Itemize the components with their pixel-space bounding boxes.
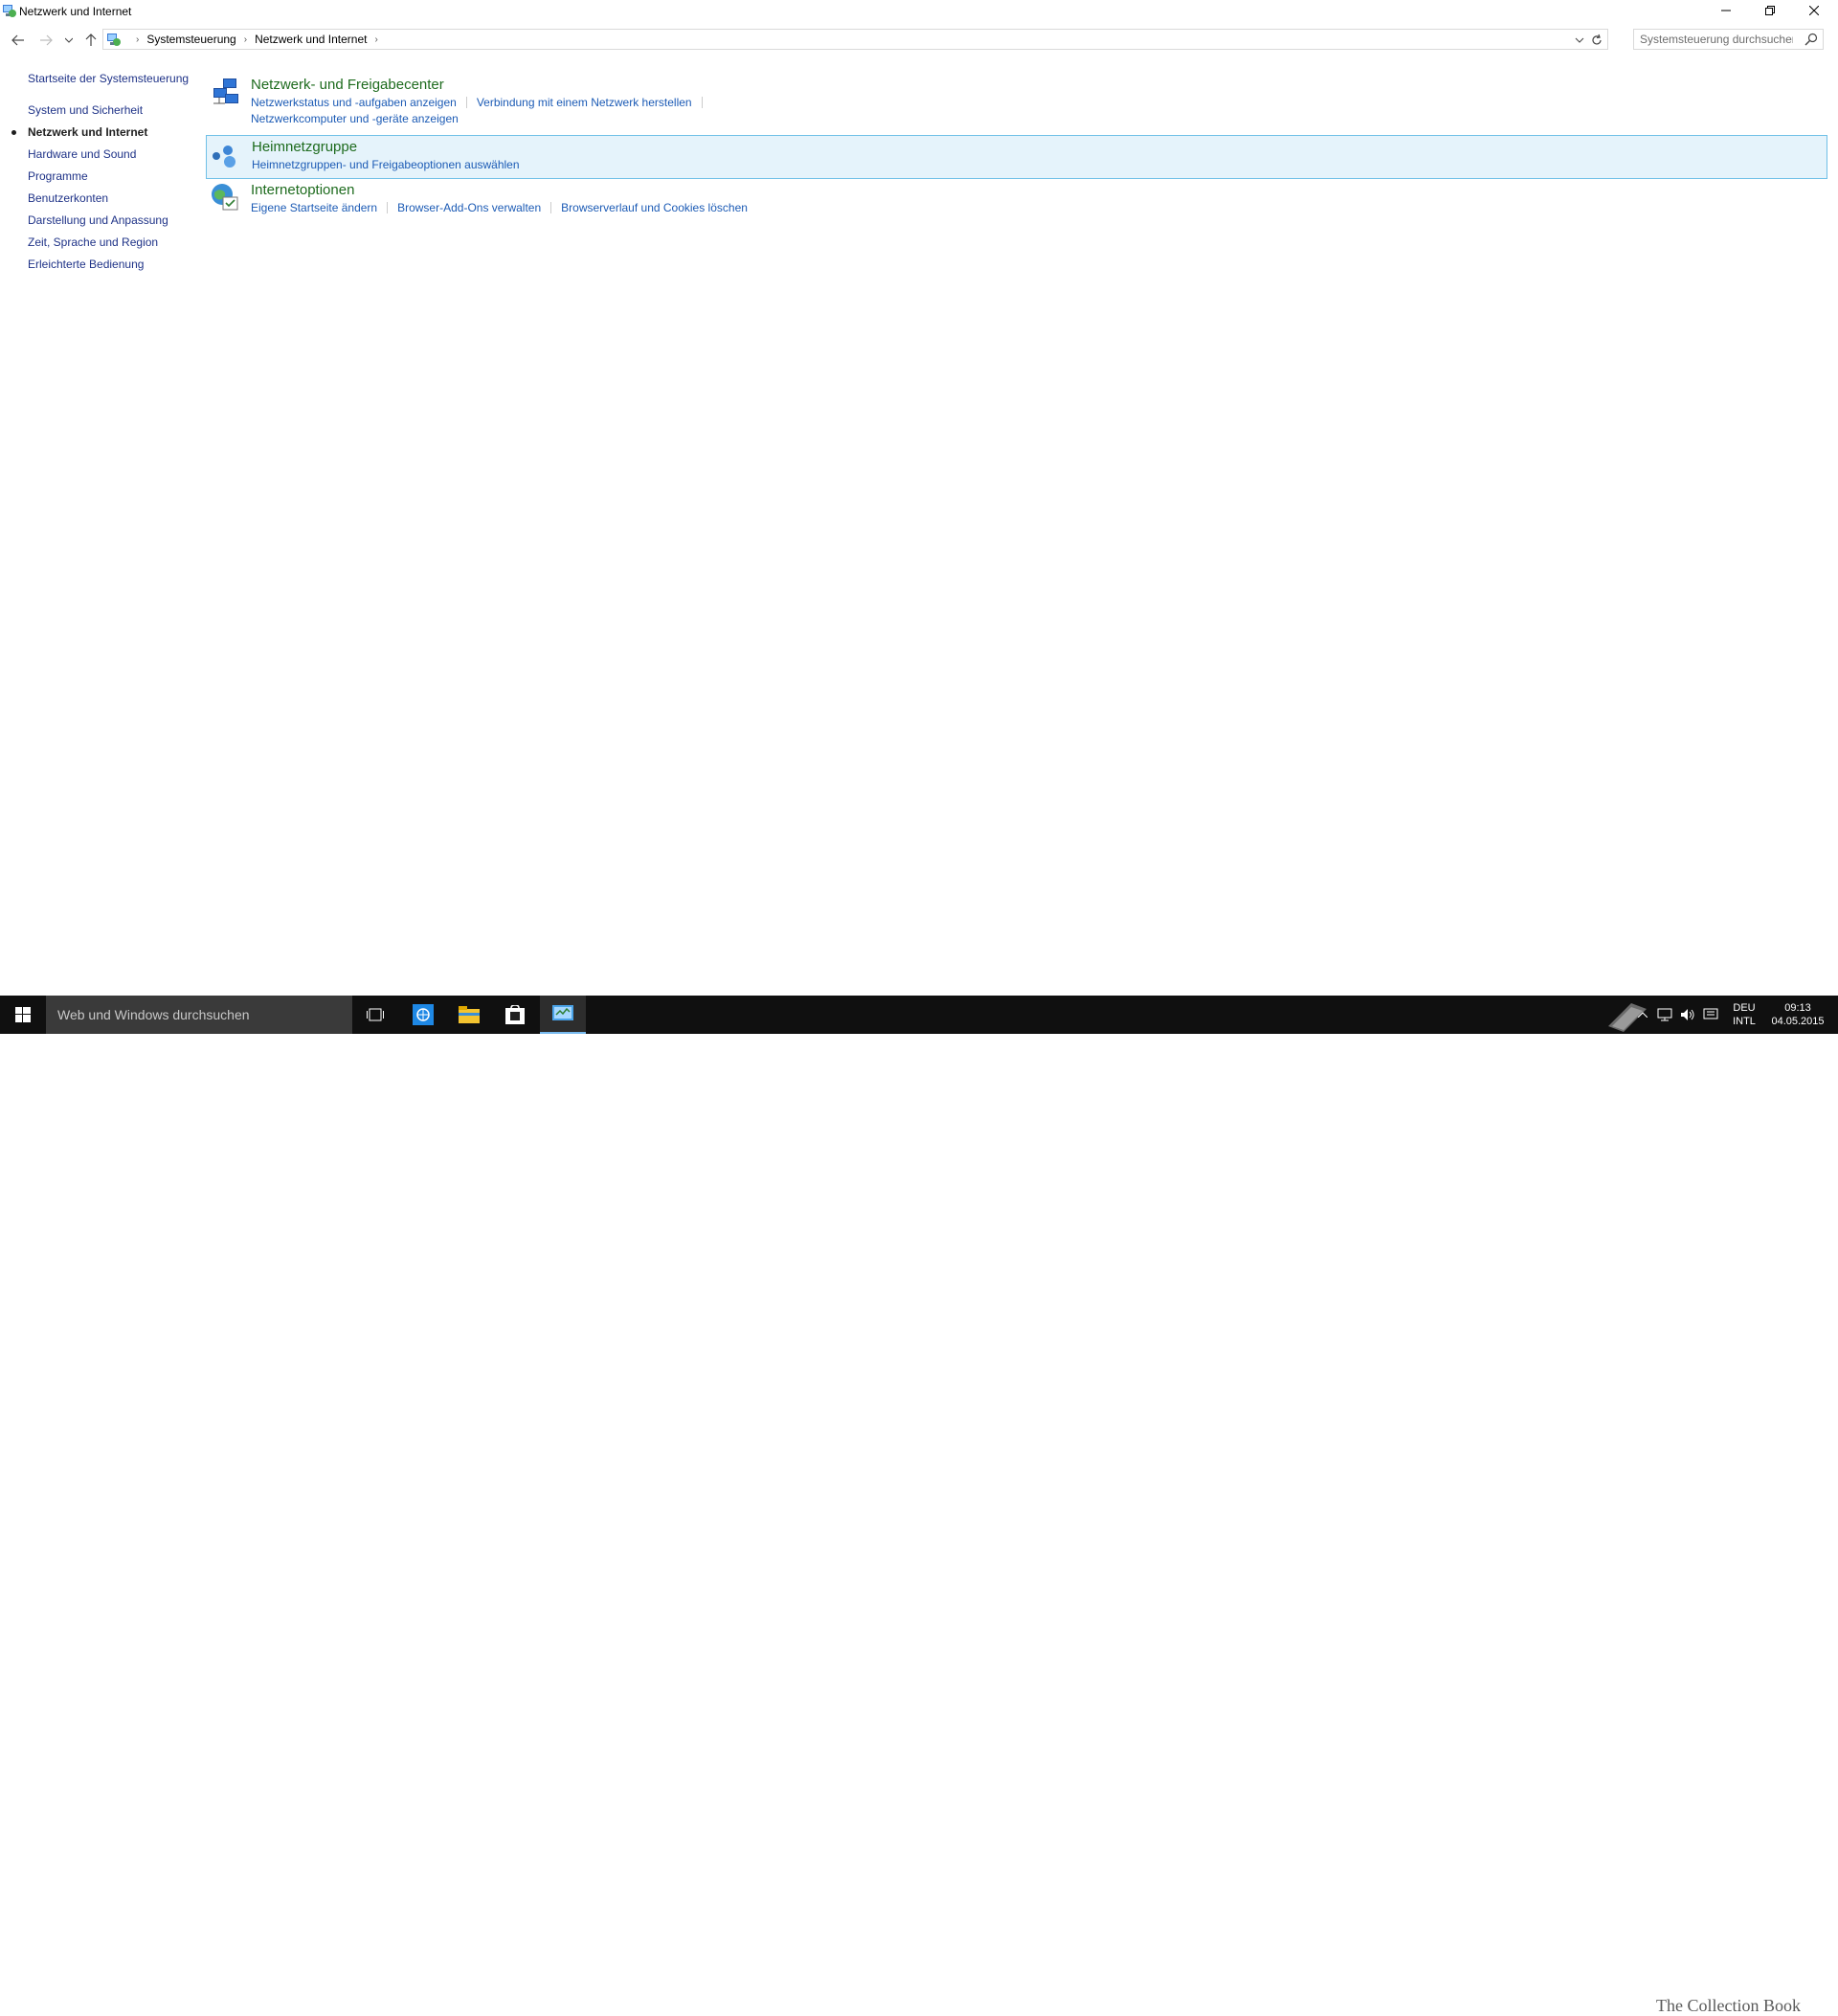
- category-title-internet-options[interactable]: Internetoptionen: [251, 182, 354, 198]
- category-links-row-2: Netzwerkcomputer und -geräte anzeigen: [251, 112, 459, 125]
- taskbar: Web und Windows durchsuchen The Collecti…: [0, 996, 1838, 2015]
- link-homegroup-options[interactable]: Heimnetzgruppen- und Freigabeoptionen au…: [252, 158, 520, 171]
- browser-icon: [413, 1004, 434, 1025]
- link-delete-browsing-history[interactable]: Browserverlauf und Cookies löschen: [561, 201, 748, 214]
- control-panel-icon: [552, 1005, 573, 1020]
- category-internet-options: Internetoptionen Eigene Startseite änder…: [206, 180, 1827, 224]
- window-title: Netzwerk und Internet: [19, 5, 132, 18]
- taskbar-explorer-button[interactable]: [446, 996, 492, 1034]
- sidebar-item-clock-region[interactable]: Zeit, Sprache und Region: [28, 235, 158, 249]
- sidebar-item-system-security[interactable]: System und Sicherheit: [28, 103, 143, 117]
- link-divider: [550, 202, 552, 213]
- category-links: Heimnetzgruppen- und Freigabeoptionen au…: [252, 158, 520, 171]
- breadcrumb: › Systemsteuerung › Netzwerk und Interne…: [128, 33, 386, 46]
- address-dropdown-button[interactable]: [1573, 34, 1586, 47]
- arrow-right-icon: [40, 34, 53, 46]
- keyboard-layout: INTL: [1733, 1016, 1756, 1027]
- close-icon: [1809, 6, 1819, 15]
- breadcrumb-item-systemsteuerung[interactable]: Systemsteuerung: [146, 33, 235, 46]
- refresh-button[interactable]: [1589, 33, 1604, 48]
- sidebar-item-user-accounts[interactable]: Benutzerkonten: [28, 191, 108, 205]
- breadcrumb-item-netzwerk[interactable]: Netzwerk und Internet: [255, 33, 367, 46]
- address-field[interactable]: › Systemsteuerung › Netzwerk und Interne…: [102, 29, 1608, 50]
- tray-action-center-icon[interactable]: [1700, 996, 1721, 1034]
- tray-network-icon[interactable]: [1654, 996, 1675, 1034]
- homegroup-icon: [211, 142, 241, 172]
- windows-logo-icon: [15, 1007, 31, 1022]
- sidebar-item-network-internet: Netzwerk und Internet: [28, 125, 148, 139]
- recent-locations-button[interactable]: [59, 30, 78, 51]
- link-view-network-computers[interactable]: Netzwerkcomputer und -geräte anzeigen: [251, 112, 459, 125]
- tray-volume-icon[interactable]: [1677, 996, 1698, 1034]
- current-item-bullet-icon: [11, 130, 16, 135]
- arrow-left-icon: [11, 34, 24, 46]
- link-divider: [465, 97, 467, 108]
- search-input[interactable]: [1640, 32, 1793, 47]
- sidebar-item-hardware-sound[interactable]: Hardware und Sound: [28, 147, 136, 161]
- start-button[interactable]: [0, 996, 46, 1034]
- category-title-network-sharing[interactable]: Netzwerk- und Freigabecenter: [251, 77, 444, 93]
- internet-options-icon: [210, 182, 240, 213]
- category-homegroup: Heimnetzgruppe Heimnetzgruppen- und Frei…: [206, 135, 1827, 179]
- sidebar-item-appearance[interactable]: Darstellung und Anpassung: [28, 213, 168, 227]
- folder-icon: [459, 1006, 480, 1023]
- search-field[interactable]: [1633, 29, 1824, 50]
- restore-button[interactable]: [1748, 0, 1792, 21]
- chevron-down-icon: [1575, 37, 1584, 43]
- taskbar-browser-button[interactable]: [400, 996, 446, 1034]
- minimize-icon: [1721, 10, 1731, 11]
- category-links: Netzwerkstatus und -aufgaben anzeigen Ve…: [251, 96, 712, 109]
- network-sharing-icon: [210, 77, 240, 107]
- refresh-icon: [1592, 34, 1602, 45]
- address-toolbar: › Systemsteuerung › Netzwerk und Interne…: [0, 26, 1838, 53]
- taskbar-search-box[interactable]: Web und Windows durchsuchen: [46, 996, 352, 1034]
- restore-icon: [1765, 6, 1775, 15]
- clock-time: 09:13: [1784, 1002, 1811, 1014]
- back-button[interactable]: [8, 30, 29, 51]
- sidebar-item-ease-of-access[interactable]: Erleichterte Bedienung: [28, 258, 144, 271]
- title-bar: Netzwerk und Internet: [0, 0, 1838, 23]
- clock[interactable]: 09:13 04.05.2015: [1767, 1001, 1828, 1028]
- task-view-button[interactable]: [352, 996, 398, 1034]
- category-links: Eigene Startseite ändern Browser-Add-Ons…: [251, 201, 748, 214]
- input-language-indicator[interactable]: DEU INTL: [1725, 1001, 1763, 1028]
- link-divider: [387, 202, 389, 213]
- sidebar-item-programs[interactable]: Programme: [28, 169, 88, 183]
- close-button[interactable]: [1792, 0, 1836, 21]
- minimize-button[interactable]: [1704, 0, 1748, 21]
- chevron-up-icon: [1638, 1012, 1647, 1018]
- sidebar-item-home[interactable]: Startseite der Systemsteuerung: [28, 72, 189, 85]
- language-code: DEU: [1733, 1002, 1756, 1014]
- link-divider: [701, 97, 703, 108]
- show-hidden-icons-button[interactable]: [1633, 996, 1652, 1034]
- clock-date: 04.05.2015: [1771, 1016, 1825, 1027]
- up-button[interactable]: [80, 30, 101, 51]
- link-view-network-status[interactable]: Netzwerkstatus und -aufgaben anzeigen: [251, 96, 457, 109]
- link-change-homepage[interactable]: Eigene Startseite ändern: [251, 201, 377, 214]
- task-view-icon: [367, 1008, 384, 1021]
- breadcrumb-separator-icon[interactable]: ›: [374, 34, 377, 45]
- forward-button[interactable]: [35, 30, 56, 51]
- category-network-sharing-center: Netzwerk- und Freigabecenter Netzwerksta…: [206, 73, 1827, 126]
- taskbar-search-text: Web und Windows durchsuchen: [57, 1007, 250, 1022]
- link-manage-browser-addons[interactable]: Browser-Add-Ons verwalten: [397, 201, 541, 214]
- store-icon: [505, 1005, 525, 1024]
- search-icon[interactable]: [1804, 33, 1818, 46]
- control-panel-icon: [2, 3, 17, 18]
- breadcrumb-separator-icon[interactable]: ›: [244, 34, 247, 45]
- watermark-text: The Collection Book: [1656, 1996, 1801, 2015]
- taskbar-store-button[interactable]: [492, 996, 538, 1034]
- link-connect-to-network[interactable]: Verbindung mit einem Netzwerk herstellen: [477, 96, 692, 109]
- category-title-homegroup[interactable]: Heimnetzgruppe: [252, 139, 357, 155]
- taskbar-control-panel-button[interactable]: [540, 996, 586, 1034]
- arrow-up-icon: [85, 34, 97, 46]
- control-panel-icon: [106, 32, 122, 47]
- chevron-down-icon: [65, 37, 73, 43]
- breadcrumb-separator-icon[interactable]: ›: [136, 34, 139, 45]
